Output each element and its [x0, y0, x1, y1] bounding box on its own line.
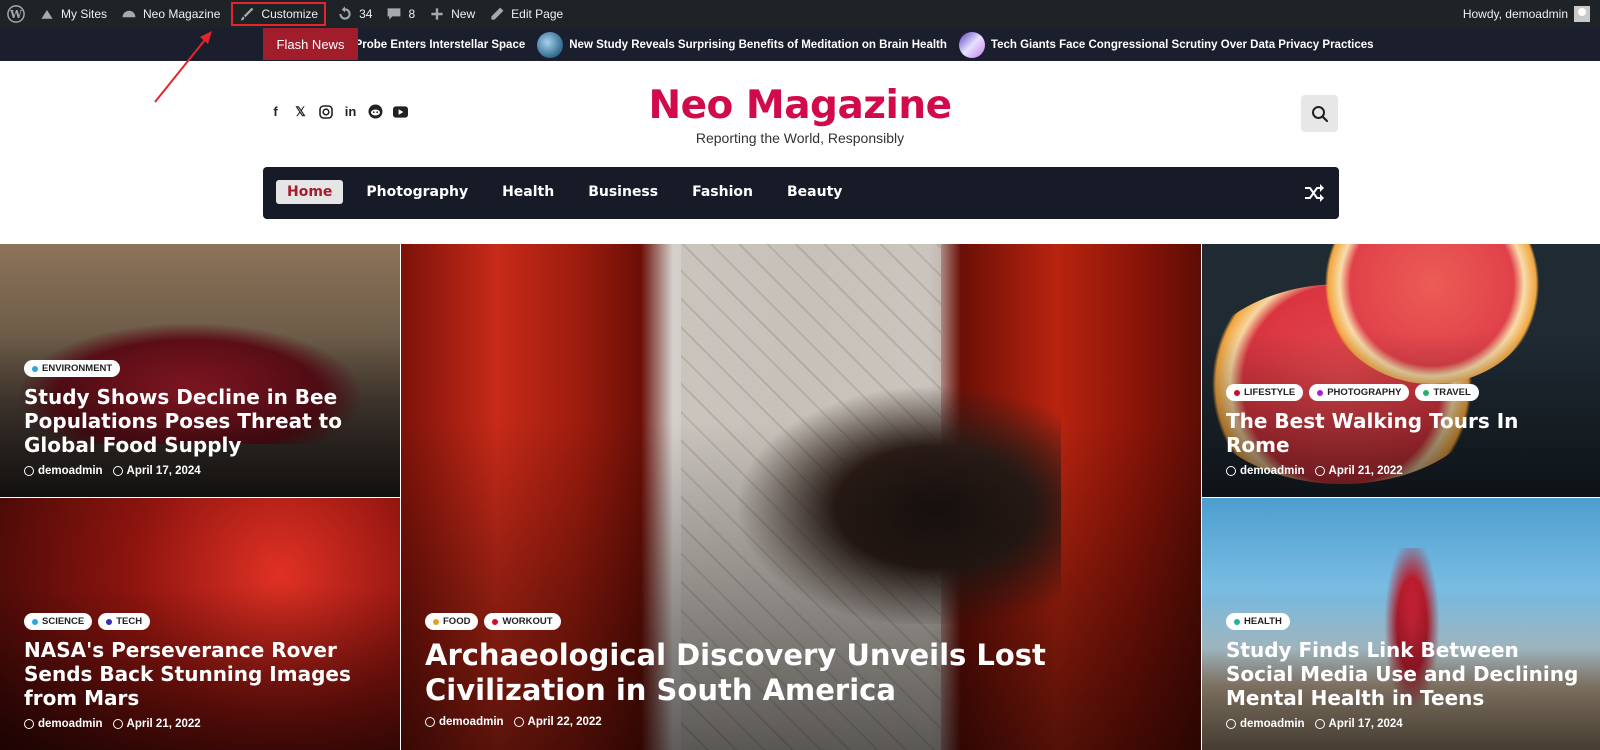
ticker-item[interactable]: 2 Probe Enters Interstellar Space — [345, 39, 525, 51]
ticker-item-title: Tech Giants Face Congressional Scrutiny … — [990, 38, 1374, 51]
customize-label: Customize — [261, 7, 319, 21]
news-ticker: 2 Probe Enters Interstellar Space New St… — [345, 28, 1374, 61]
category-tag[interactable]: LIFESTYLE — [1226, 384, 1304, 401]
post-title[interactable]: NASA's Perseverance Rover Sends Back Stu… — [24, 638, 382, 710]
nav-item-health[interactable]: Health — [491, 180, 565, 204]
nav-item-business[interactable]: Business — [577, 180, 669, 204]
post-card[interactable]: ENVIRONMENT Study Shows Decline in Bee P… — [0, 244, 400, 497]
post-author[interactable]: demoadmin — [24, 718, 103, 730]
clock-icon — [513, 717, 524, 727]
updates-count: 34 — [359, 7, 373, 21]
search-icon — [1311, 105, 1328, 122]
edit-page-button[interactable]: Edit Page — [482, 0, 570, 28]
shuffle-icon[interactable] — [1303, 182, 1325, 204]
nav-item-home[interactable]: Home — [276, 180, 344, 204]
post-author[interactable]: demoadmin — [1226, 718, 1305, 730]
instagram-icon[interactable] — [318, 104, 333, 119]
admin-bar: W My Sites Neo Magazine Customize 34 8 N… — [0, 0, 1600, 28]
updates-button[interactable]: 34 — [330, 0, 379, 28]
ticker-thumbnail — [537, 31, 564, 58]
ticker-thumbnail — [958, 31, 985, 58]
post-title[interactable]: Study Finds Link Between Social Media Us… — [1226, 638, 1582, 710]
site-name-menu[interactable]: Neo Magazine — [114, 0, 227, 28]
facebook-icon[interactable]: f — [268, 104, 283, 119]
user-icon — [24, 466, 34, 476]
post-date[interactable]: April 22, 2022 — [513, 716, 602, 728]
post-card[interactable]: LIFESTYLE PHOTOGRAPHY TRAVEL The Best Wa… — [1202, 244, 1600, 497]
brush-icon — [241, 7, 254, 21]
category-tag[interactable]: HEALTH — [1226, 613, 1290, 630]
clock-icon — [1314, 719, 1325, 729]
plus-icon — [431, 8, 443, 20]
user-icon — [1226, 719, 1236, 729]
post-date[interactable]: April 17, 2024 — [112, 465, 201, 477]
ticker-item[interactable]: New Study Reveals Surprising Benefits of… — [537, 31, 947, 58]
new-content-button[interactable]: New — [422, 0, 482, 28]
comments-button[interactable]: 8 — [379, 0, 422, 28]
site-title: Neo Magazine — [648, 83, 952, 128]
category-tag[interactable]: SCIENCE — [24, 613, 93, 630]
post-date[interactable]: April 21, 2022 — [1314, 465, 1403, 477]
post-title[interactable]: The Best Walking Tours In Rome — [1226, 409, 1582, 457]
site-tagline: Reporting the World, Responsibly — [695, 130, 905, 146]
youtube-icon[interactable] — [393, 104, 408, 119]
post-title[interactable]: Study Shows Decline in Bee Populations P… — [24, 385, 382, 457]
wordpress-logo-button[interactable]: W — [0, 0, 32, 28]
wordpress-icon: W — [7, 5, 25, 23]
pencil-icon — [491, 7, 504, 20]
my-sites-label: My Sites — [61, 7, 108, 21]
refresh-icon — [339, 6, 351, 20]
x-icon[interactable]: 𝕏 — [293, 104, 308, 119]
user-icon — [1226, 466, 1236, 476]
dashboard-icon — [122, 10, 136, 18]
nav-item-photography[interactable]: Photography — [355, 180, 479, 204]
account-menu[interactable]: Howdy, demoadmin — [1456, 0, 1600, 28]
category-tag[interactable]: TRAVEL — [1415, 384, 1479, 401]
nav-item-fashion[interactable]: Fashion — [681, 180, 764, 204]
edit-page-label: Edit Page — [511, 7, 564, 21]
post-title[interactable]: Archaeological Discovery Unveils Lost Ci… — [425, 638, 1183, 708]
post-author[interactable]: demoadmin — [1226, 465, 1305, 477]
category-tag[interactable]: WORKOUT — [484, 613, 561, 630]
post-author[interactable]: demoadmin — [425, 716, 504, 728]
search-button[interactable] — [1301, 95, 1338, 132]
my-sites-menu[interactable]: My Sites — [32, 0, 114, 28]
flash-news-label: Flash News — [263, 28, 358, 60]
clock-icon — [1314, 466, 1325, 476]
featured-post-card[interactable]: FOOD WORKOUT Archaeological Discovery Un… — [401, 244, 1201, 750]
comments-count: 8 — [408, 7, 416, 21]
post-author[interactable]: demoadmin — [24, 465, 103, 477]
main-navigation: Home Photography Health Business Fashion… — [263, 167, 1339, 219]
ticker-item-title: New Study Reveals Surprising Benefits of… — [569, 38, 947, 51]
post-card[interactable]: SCIENCE TECH NASA's Perseverance Rover S… — [0, 498, 400, 750]
reddit-icon[interactable] — [368, 104, 383, 119]
linkedin-icon[interactable]: in — [343, 104, 358, 119]
social-links: f 𝕏 in — [268, 104, 408, 119]
howdy-label: Howdy, demoadmin — [1462, 7, 1568, 21]
sites-icon — [41, 10, 53, 19]
ticker-item[interactable]: Tech Giants Face Congressional Scrutiny … — [958, 31, 1374, 58]
flash-news-bar: Flash News 2 Probe Enters Interstellar S… — [0, 28, 1600, 61]
nav-item-beauty[interactable]: Beauty — [776, 180, 853, 204]
avatar — [1574, 6, 1590, 22]
svg-text:W: W — [9, 8, 23, 21]
category-tag[interactable]: TECH — [98, 613, 151, 630]
category-tag[interactable]: PHOTOGRAPHY — [1309, 384, 1410, 401]
clock-icon — [112, 466, 123, 476]
ticker-item-title: 2 Probe Enters Interstellar Space — [345, 38, 526, 51]
post-date[interactable]: April 17, 2024 — [1314, 718, 1403, 730]
site-name-label: Neo Magazine — [143, 7, 221, 21]
user-icon — [425, 717, 435, 727]
new-label: New — [451, 7, 476, 21]
clock-icon — [112, 719, 123, 729]
post-date[interactable]: April 21, 2022 — [112, 718, 201, 730]
category-tag[interactable]: FOOD — [425, 613, 479, 630]
post-card[interactable]: HEALTH Study Finds Link Between Social M… — [1202, 498, 1600, 750]
annotation-arrow — [154, 31, 212, 103]
user-icon — [24, 719, 34, 729]
category-tag[interactable]: ENVIRONMENT — [24, 360, 121, 377]
comment-icon — [388, 8, 401, 20]
site-logo[interactable]: Neo Magazine Reporting the World, Respon… — [600, 83, 1000, 147]
customize-button[interactable]: Customize — [231, 2, 327, 26]
